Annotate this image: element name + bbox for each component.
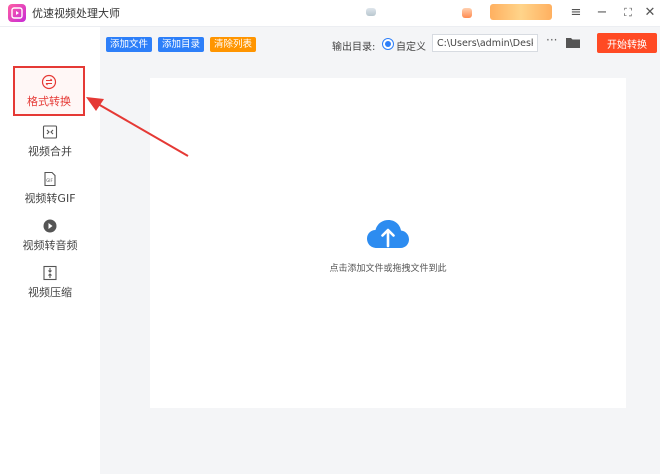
blurred-icon xyxy=(462,8,472,18)
svg-text:GIF: GIF xyxy=(46,178,53,183)
merge-icon xyxy=(42,125,58,139)
clear-list-button[interactable]: 清除列表 xyxy=(210,37,257,52)
add-folder-button[interactable]: 添加目录 xyxy=(158,37,205,52)
compress-icon xyxy=(43,265,57,281)
sidebar-item-label: 视频转GIF xyxy=(24,192,76,205)
format-convert-icon xyxy=(41,74,57,90)
sidebar-item-compress[interactable]: 视频压缩 xyxy=(8,259,92,307)
menu-icon[interactable]: ≡ xyxy=(566,3,586,23)
gif-icon: GIF xyxy=(44,171,56,187)
output-dir-label: 输出目录: xyxy=(332,42,376,53)
sidebar-item-gif[interactable]: GIF 视频转GIF xyxy=(8,165,92,213)
start-convert-button[interactable]: 开始转换 xyxy=(597,33,657,53)
add-file-button[interactable]: 添加文件 xyxy=(106,37,153,52)
browse-more-button[interactable]: ··· xyxy=(546,33,557,47)
sidebar-item-label: 视频压缩 xyxy=(28,286,72,299)
custom-radio[interactable] xyxy=(382,38,394,50)
sidebar-item-label: 视频合并 xyxy=(28,145,72,158)
blurred-icon xyxy=(366,8,376,16)
sidebar-item-label: 格式转换 xyxy=(27,95,71,108)
file-drop-area[interactable]: 点击添加文件或拖拽文件到此 xyxy=(150,78,626,408)
close-icon[interactable]: ✕ xyxy=(640,3,660,23)
cloud-upload-icon xyxy=(367,220,409,248)
folder-icon[interactable] xyxy=(566,37,580,48)
drop-hint-text: 点击添加文件或拖拽文件到此 xyxy=(329,264,447,274)
custom-radio-label[interactable]: 自定义 xyxy=(396,38,426,53)
sidebar-item-merge[interactable]: 视频合并 xyxy=(8,118,92,166)
minimize-icon[interactable]: − xyxy=(592,3,612,23)
blurred-banner xyxy=(490,4,552,20)
maximize-icon[interactable]: ⛶ xyxy=(618,3,638,23)
app-title: 优速视频处理大师 xyxy=(32,7,120,20)
title-bar: 优速视频处理大师 ≡ − ⛶ ✕ xyxy=(0,0,660,27)
audio-icon xyxy=(43,219,57,233)
app-logo-icon xyxy=(8,4,26,22)
toolbar: 添加文件 添加目录 清除列表 输出目录: 自定义 ··· 开始转换 xyxy=(100,27,660,63)
sidebar-item-label: 视频转音频 xyxy=(22,239,78,252)
sidebar-item-format-convert[interactable]: 格式转换 xyxy=(13,66,85,116)
sidebar: 格式转换 视频合并 GIF 视频转GIF 视频转音频 视频压缩 xyxy=(0,27,100,474)
output-path-input[interactable] xyxy=(432,34,538,52)
sidebar-item-audio[interactable]: 视频转音频 xyxy=(8,212,92,260)
